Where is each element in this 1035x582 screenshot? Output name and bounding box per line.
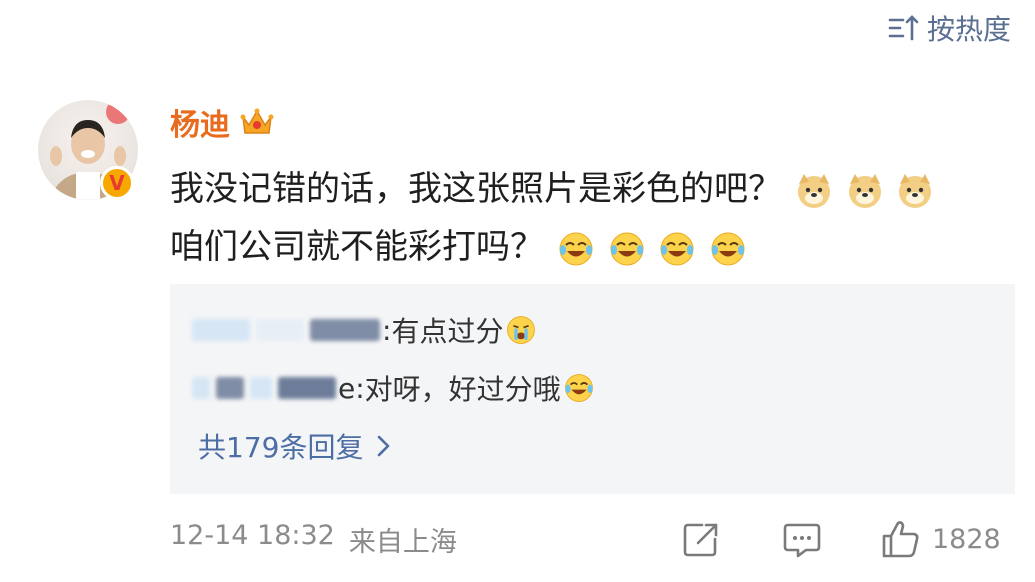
crown-icon — [240, 108, 274, 134]
username-row: 杨迪 — [170, 100, 276, 144]
verified-badge: V — [100, 166, 134, 200]
crying-emoji — [507, 316, 536, 344]
comment-line-2: 咱们公司就不能彩打吗？ — [170, 218, 1000, 276]
laugh-cry-emoji — [711, 232, 745, 265]
doge-emoji — [848, 173, 881, 208]
laugh-cry-emoji — [559, 232, 593, 265]
laugh-cry-emoji — [610, 232, 644, 265]
reply-name-suffix: : — [382, 313, 392, 347]
sort-icon — [888, 15, 919, 41]
like-count: 1828 — [932, 523, 1001, 555]
blurred-username — [192, 377, 336, 399]
username[interactable]: 杨迪 — [170, 100, 230, 144]
comment-line-1: 我没记错的话，我这张照片是彩色的吧？ — [170, 160, 1000, 218]
view-all-replies-link[interactable]: 共179条回复 — [198, 426, 393, 466]
reply-item[interactable]: : 有点过分 — [192, 310, 537, 350]
doge-emoji — [797, 173, 830, 208]
reply-preview-box[interactable]: : 有点过分 e: 对呀，好过分哦 共179条回复 — [170, 284, 1015, 494]
comment-source: 来自上海 — [348, 527, 457, 558]
thumbs-up-icon — [882, 521, 919, 558]
reply-text: 对呀，好过分哦 — [364, 373, 561, 406]
reply-item[interactable]: e: 对呀，好过分哦 — [192, 368, 595, 408]
reply-text: 有点过分 — [391, 315, 504, 348]
chevron-right-icon — [378, 435, 390, 457]
comment-icon[interactable] — [782, 521, 822, 559]
doge-emoji — [899, 173, 932, 208]
comment-meta: 12-14 18:32 来自上海 — [170, 520, 457, 559]
laugh-cry-emoji — [564, 374, 593, 402]
sort-by-hot-button[interactable]: 按热度 — [887, 8, 1011, 48]
blurred-username — [192, 319, 380, 341]
reply-name-suffix: e: — [338, 371, 365, 405]
sort-label: 按热度 — [926, 13, 1011, 46]
comment-time: 12-14 18:32 — [170, 520, 335, 551]
share-icon[interactable] — [682, 521, 720, 559]
comment-text: 我没记错的话，我这张照片是彩色的吧？ 咱们公司就不能彩打吗？ — [170, 160, 1000, 276]
more-replies-label: 共179条回复 — [198, 431, 364, 464]
like-button[interactable]: 1828 — [880, 518, 1001, 560]
laugh-cry-emoji — [660, 232, 694, 265]
